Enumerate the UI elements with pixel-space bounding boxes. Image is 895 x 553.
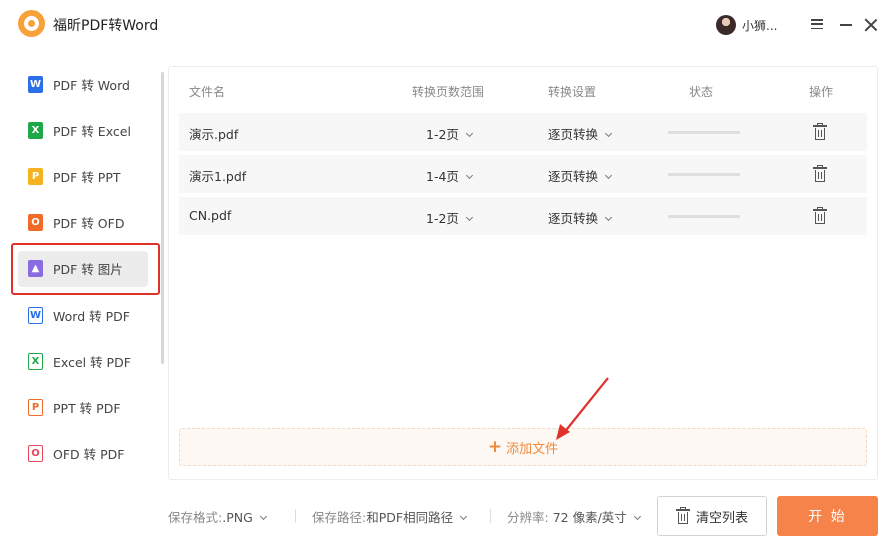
page-range-select[interactable]: 1-2页: [426, 208, 473, 227]
user-account[interactable]: 小狮...: [716, 14, 777, 36]
file-name: 演示.pdf: [189, 127, 239, 142]
table-row: 演示.pdf 1-2页 逐页转换: [179, 113, 867, 151]
trash-icon[interactable]: [813, 123, 827, 140]
trash-icon: [675, 507, 690, 524]
ofd-doc-icon: O: [28, 445, 43, 463]
conversion-setting-select[interactable]: 逐页转换: [548, 166, 613, 185]
sidebar-item-7[interactable]: P PPT 转 PDF: [18, 389, 148, 425]
title-bar: 福昕PDF转Word 小狮...: [0, 0, 895, 52]
table-row: 演示1.pdf 1-4页 逐页转换: [179, 155, 867, 193]
header-filename: 文件名: [189, 85, 226, 99]
file-list-panel: 文件名 转换页数范围 转换设置 状态 操作 演示.pdf 1-2页 逐页转换 演示1.…: [168, 66, 878, 480]
table-header: 文件名 转换页数范围 转换设置 状态 操作: [179, 67, 867, 109]
word-icon: W: [28, 75, 43, 93]
excel-icon: X: [28, 121, 43, 139]
annotation-highlight-box: [11, 243, 160, 295]
chevron-down-icon: [259, 512, 267, 521]
ofd-icon: O: [28, 214, 43, 232]
chevron-down-icon: [465, 171, 473, 180]
sidebar-item-label: PPT 转 PDF: [53, 400, 121, 416]
conversion-setting-select[interactable]: 逐页转换: [548, 124, 613, 143]
sidebar-item-label: Excel 转 PDF: [53, 354, 131, 370]
plus-icon: +: [487, 437, 503, 457]
table-row: CN.pdf 1-2页 逐页转换: [179, 197, 867, 235]
header-settings: 转换设置: [548, 85, 597, 99]
page-range-select[interactable]: 1-4页: [426, 166, 473, 185]
annotation-arrow-icon: [556, 377, 609, 440]
excel-doc-icon: X: [28, 352, 43, 370]
chevron-down-icon: [633, 512, 641, 521]
progress-bar: [668, 173, 740, 176]
header-status: 状态: [689, 85, 714, 99]
sidebar-item-label: OFD 转 PDF: [53, 447, 125, 463]
save-path-select[interactable]: 保存路径:和PDF相同路径: [312, 507, 468, 526]
sidebar-item-label: PDF 转 Excel: [53, 123, 131, 139]
sidebar-item-6[interactable]: X Excel 转 PDF: [18, 343, 148, 379]
bottom-bar: 保存格式:.PNG 保存路径:和PDF相同路径 分辨率: 72 像素/英寸 清空…: [0, 495, 895, 540]
app-logo-icon: [18, 10, 45, 37]
trash-icon[interactable]: [813, 207, 827, 224]
chevron-down-icon: [604, 129, 613, 138]
chevron-down-icon: [465, 213, 473, 222]
chevron-down-icon: [460, 512, 468, 521]
sidebar-item-5[interactable]: W Word 转 PDF: [18, 297, 148, 333]
word-doc-icon: W: [28, 306, 43, 324]
sidebar-item-label: PDF 转 Word: [53, 77, 130, 93]
progress-bar: [668, 131, 740, 134]
sidebar-item-label: PDF 转 OFD: [53, 216, 125, 232]
sidebar-item-8[interactable]: O OFD 转 PDF: [18, 436, 148, 472]
divider: [295, 509, 296, 523]
sidebar-item-label: Word 转 PDF: [53, 308, 130, 324]
ppt-doc-icon: P: [28, 398, 43, 416]
file-name: 演示1.pdf: [189, 169, 247, 184]
header-action: 操作: [809, 85, 834, 99]
user-name[interactable]: 小狮...: [742, 17, 777, 34]
chevron-down-icon: [604, 213, 613, 222]
sidebar-item-label: PDF 转 PPT: [53, 169, 121, 185]
trash-icon[interactable]: [813, 165, 827, 182]
file-name: CN.pdf: [189, 208, 232, 223]
divider: [490, 509, 491, 523]
sidebar-item-2[interactable]: P PDF 转 PPT: [18, 158, 148, 194]
save-format-select[interactable]: 保存格式:.PNG: [168, 507, 267, 526]
avatar[interactable]: [716, 15, 736, 35]
sidebar-item-3[interactable]: O PDF 转 OFD: [18, 205, 148, 241]
sidebar-item-1[interactable]: X PDF 转 Excel: [18, 112, 148, 148]
chevron-down-icon: [465, 129, 473, 138]
ppt-icon: P: [28, 167, 43, 185]
header-page-range: 转换页数范围: [412, 85, 485, 99]
conversion-setting-select[interactable]: 逐页转换: [548, 208, 613, 227]
clear-list-button[interactable]: 清空列表: [657, 496, 767, 536]
menu-icon[interactable]: [811, 19, 823, 30]
sidebar-scrollbar[interactable]: [161, 72, 164, 364]
minimize-icon[interactable]: [840, 24, 852, 26]
start-button[interactable]: 开 始: [777, 496, 878, 536]
close-icon[interactable]: [864, 18, 878, 32]
page-range-select[interactable]: 1-2页: [426, 124, 473, 143]
chevron-down-icon: [604, 171, 613, 180]
app-title: 福昕PDF转Word: [53, 18, 159, 34]
sidebar-item-0[interactable]: W PDF 转 Word: [18, 66, 148, 102]
resolution-select[interactable]: 分辨率: 72 像素/英寸: [507, 507, 641, 526]
add-files-button[interactable]: + 添加文件: [179, 428, 867, 466]
progress-bar: [668, 215, 740, 218]
